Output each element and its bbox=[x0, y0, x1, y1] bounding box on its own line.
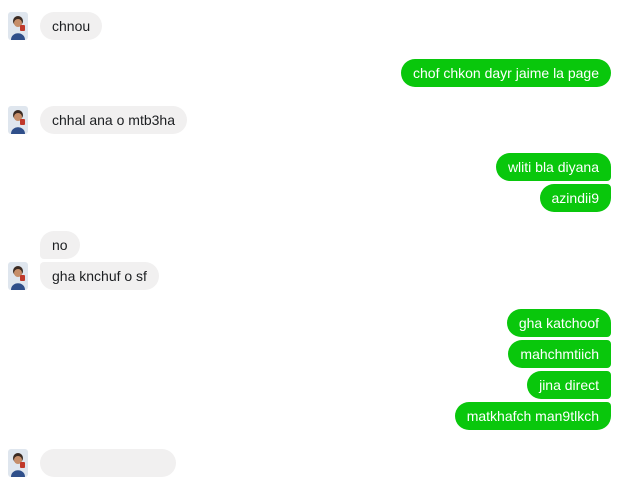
message-bubble[interactable]: chof chkon dayr jaime la page bbox=[401, 59, 611, 87]
message-row-outgoing: mahchmtiich bbox=[0, 340, 627, 368]
profile-photo-icon bbox=[8, 449, 28, 477]
message-row-incoming: gha knchuf o sf bbox=[0, 262, 627, 290]
message-row-outgoing: wliti bla diyana bbox=[0, 153, 627, 181]
message-row-outgoing: matkhafch man9tlkch bbox=[0, 402, 627, 430]
message-bubble[interactable]: jina direct bbox=[527, 371, 611, 399]
message-bubble[interactable]: gha knchuf o sf bbox=[40, 262, 159, 290]
message-bubble[interactable]: gha katchoof bbox=[506, 309, 611, 337]
message-row-outgoing: jina direct bbox=[0, 371, 627, 399]
message-row-incoming bbox=[0, 449, 627, 477]
avatar[interactable] bbox=[8, 12, 28, 40]
avatar[interactable] bbox=[8, 262, 28, 290]
message-thread: chnou chof chkon dayr jaime la page chha… bbox=[0, 0, 627, 477]
avatar[interactable] bbox=[8, 449, 28, 477]
message-bubble[interactable] bbox=[40, 449, 176, 477]
message-row-incoming: no bbox=[0, 231, 627, 259]
message-row-incoming: chnou bbox=[0, 12, 627, 40]
profile-photo-icon bbox=[8, 262, 28, 290]
message-bubble[interactable]: wliti bla diyana bbox=[495, 153, 611, 181]
avatar[interactable] bbox=[8, 106, 28, 134]
message-row-outgoing: azindii9 bbox=[0, 184, 627, 212]
message-row-outgoing: gha katchoof bbox=[0, 309, 627, 337]
message-row-incoming: chhal ana o mtb3ha bbox=[0, 106, 627, 134]
message-bubble[interactable]: mahchmtiich bbox=[508, 340, 611, 368]
profile-photo-icon bbox=[8, 106, 28, 134]
message-bubble[interactable]: matkhafch man9tlkch bbox=[454, 402, 611, 430]
message-bubble[interactable]: chnou bbox=[40, 12, 103, 40]
message-bubble[interactable]: no bbox=[40, 231, 80, 259]
message-bubble[interactable]: azindii9 bbox=[539, 184, 611, 212]
message-bubble[interactable]: chhal ana o mtb3ha bbox=[40, 106, 187, 134]
profile-photo-icon bbox=[8, 12, 28, 40]
message-row-outgoing: chof chkon dayr jaime la page bbox=[0, 59, 627, 87]
